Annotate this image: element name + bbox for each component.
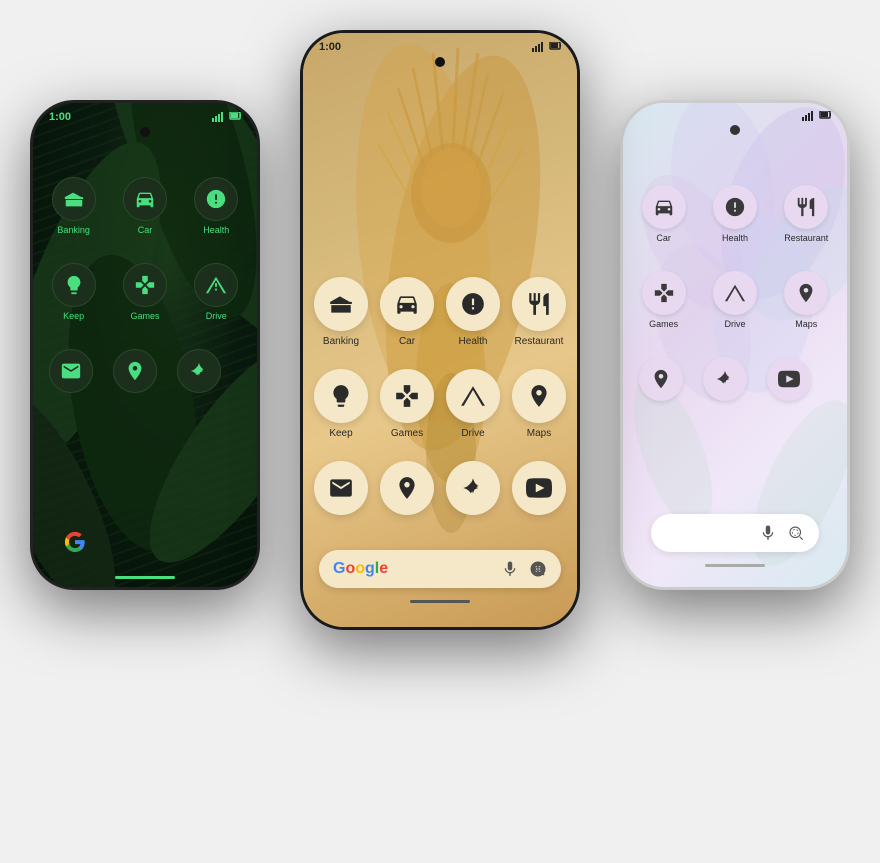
right-app-maps2[interactable] [639, 357, 683, 401]
right-app-drive[interactable]: Drive [713, 271, 757, 329]
left-app-banking[interactable]: Banking [52, 177, 96, 235]
right-status-bar [623, 103, 847, 125]
left-google-icon[interactable] [53, 520, 237, 564]
phone-center: 1:00 Banking [300, 30, 580, 630]
right-search-bar[interactable] [651, 514, 819, 552]
center-signal [532, 42, 561, 52]
center-app-banking[interactable]: Banking [314, 277, 369, 347]
right-app-maps[interactable]: Maps [784, 271, 828, 329]
left-app-games[interactable]: Games [123, 263, 167, 321]
center-nav-line [410, 600, 470, 603]
left-app-pinwheel[interactable] [177, 349, 221, 393]
center-app-gmail[interactable] [314, 461, 369, 515]
right-nav-line [705, 564, 765, 567]
left-nav-line [115, 576, 175, 579]
right-app-restaurant[interactable]: Restaurant [784, 185, 828, 243]
center-camera [303, 57, 577, 67]
left-app-car[interactable]: Car [123, 177, 167, 235]
center-app-maps[interactable]: Maps [512, 369, 567, 439]
phone-right: Car Health Restaurant [620, 100, 850, 590]
right-app-pinwheel[interactable] [703, 357, 747, 401]
center-app-keep[interactable]: Keep [314, 369, 369, 439]
center-app-health[interactable]: Health [446, 277, 501, 347]
search-mic-lens [501, 560, 547, 578]
center-search-bar[interactable]: Google [319, 550, 561, 588]
left-app-health[interactable]: Health [194, 177, 238, 235]
left-signal [212, 112, 241, 122]
right-app-health[interactable]: Health [713, 185, 757, 243]
center-status-bar: 1:00 [303, 33, 577, 57]
left-app-drive[interactable]: Drive [194, 263, 238, 321]
center-time: 1:00 [319, 41, 341, 53]
left-app-maps[interactable] [113, 349, 157, 393]
right-signal [802, 111, 831, 121]
scene: 1:00 Banking [0, 0, 880, 863]
left-app-keep[interactable]: Keep [52, 263, 96, 321]
center-app-youtube[interactable] [512, 461, 567, 515]
center-app-drive[interactable]: Drive [446, 369, 501, 439]
right-app-games[interactable]: Games [642, 271, 686, 329]
center-app-maps2[interactable] [380, 461, 435, 515]
center-app-pinwheel[interactable] [446, 461, 501, 515]
center-app-car[interactable]: Car [380, 277, 435, 347]
center-app-restaurant[interactable]: Restaurant [512, 277, 567, 347]
right-camera [623, 125, 847, 135]
google-logo: Google [333, 560, 388, 578]
left-camera [33, 127, 257, 137]
right-search-icons [759, 524, 805, 542]
left-status-bar: 1:00 [33, 103, 257, 127]
left-app-gmail[interactable] [49, 349, 93, 393]
phone-left: 1:00 Banking [30, 100, 260, 590]
left-time: 1:00 [49, 111, 71, 123]
right-app-car[interactable]: Car [642, 185, 686, 243]
right-app-youtube[interactable] [767, 357, 811, 401]
center-app-games[interactable]: Games [380, 369, 435, 439]
